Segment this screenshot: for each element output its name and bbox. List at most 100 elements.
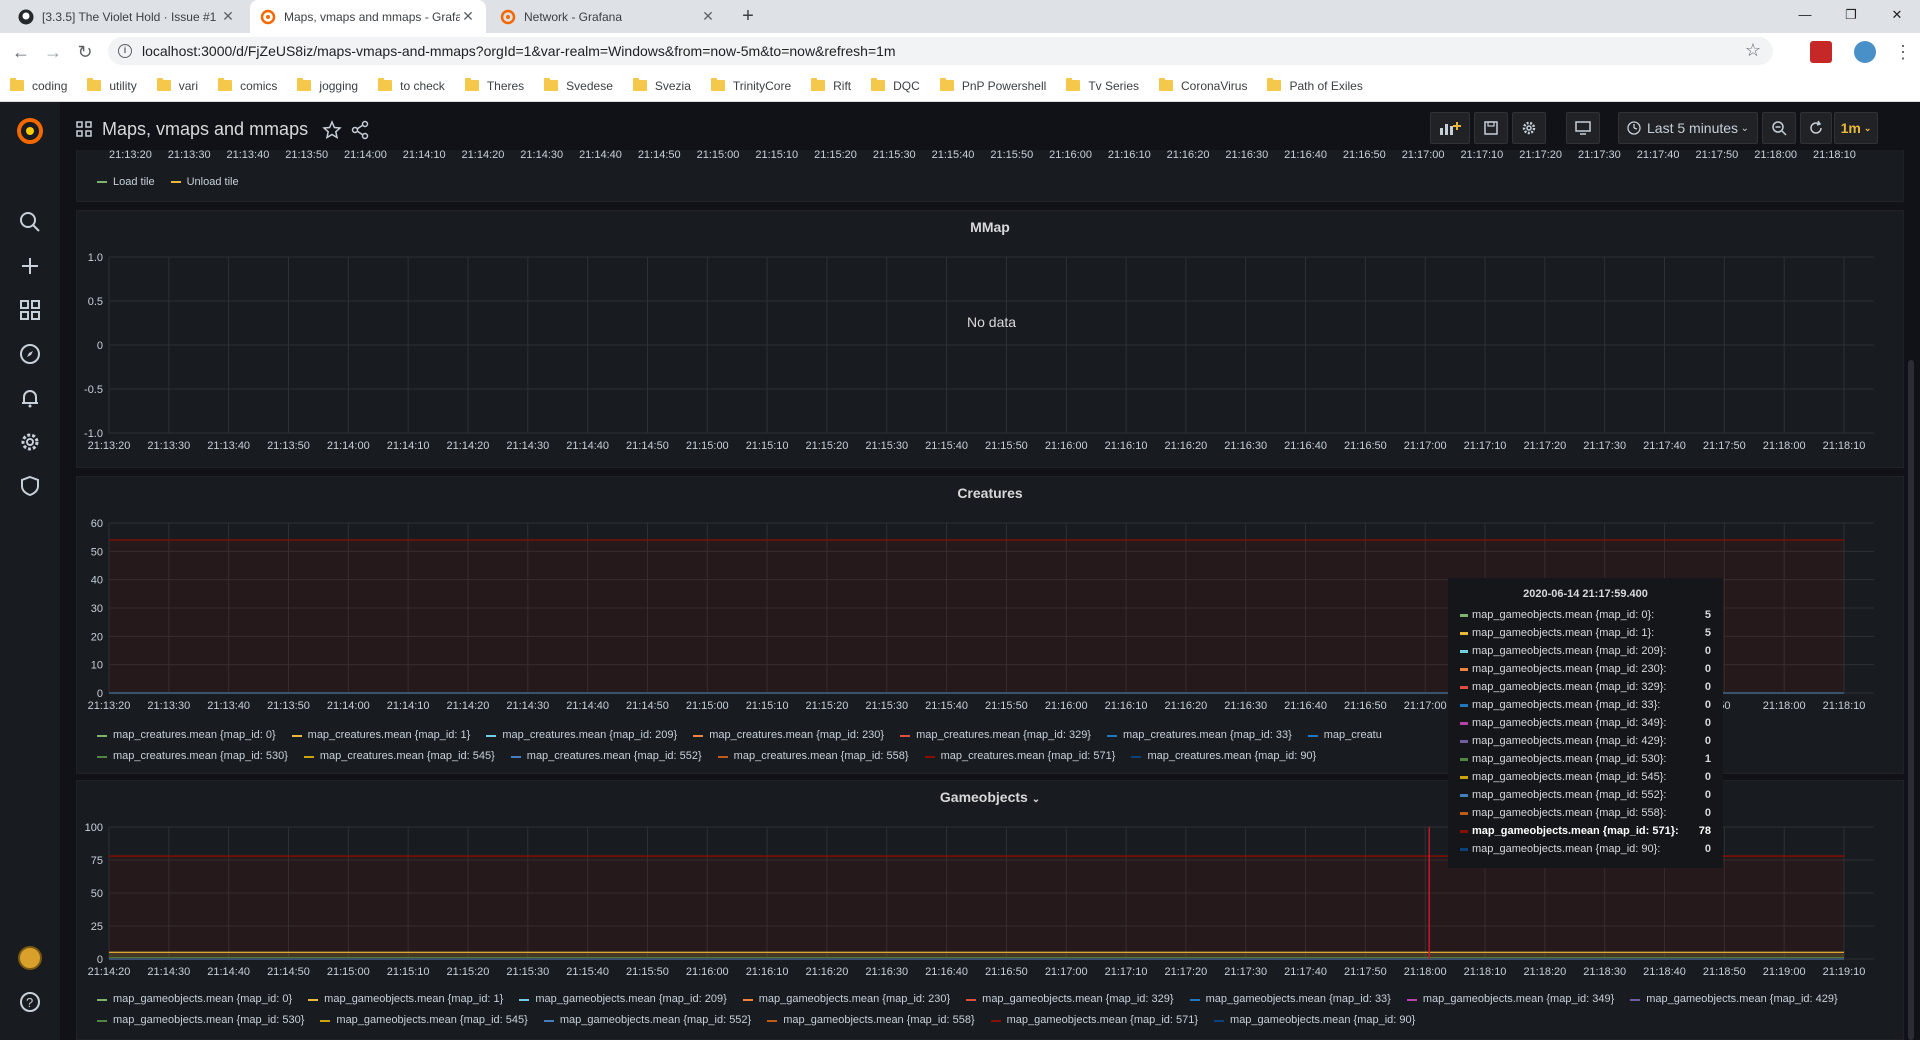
bookmark-item[interactable]: coding xyxy=(10,78,67,93)
menu-icon[interactable]: ⋮ xyxy=(1890,39,1916,65)
bookmark-item[interactable]: comics xyxy=(218,78,277,93)
legend-item[interactable]: map_creatures.mean {map_id: 209} xyxy=(486,725,677,746)
avatar[interactable] xyxy=(18,946,42,970)
bookmark-item[interactable]: CoronaVirus xyxy=(1159,78,1247,93)
bookmark-item[interactable]: PnP Powershell xyxy=(939,78,1046,93)
bookmark-item[interactable]: Rift xyxy=(811,78,851,93)
series-swatch xyxy=(1460,703,1468,707)
legend-item[interactable]: map_creatures.mean {map_id: 0} xyxy=(97,725,276,746)
legend-item[interactable]: map_gameobjects.mean {map_id: 349} xyxy=(1406,989,1614,1010)
bookmark-item[interactable]: Svedese xyxy=(544,78,613,93)
legend-item[interactable]: map_gameobjects.mean {map_id: 558} xyxy=(767,1010,975,1031)
tab-network-grafana[interactable]: Network - Grafana ✕ xyxy=(490,0,726,33)
help-icon[interactable]: ? xyxy=(18,990,42,1014)
legend-item[interactable]: map_gameobjects.mean {map_id: 209} xyxy=(519,989,727,1010)
zoom-out-icon[interactable] xyxy=(1762,112,1796,144)
address-bar[interactable]: i localhost:3000/d/FjZeUS8iz/maps-vmaps-… xyxy=(108,37,1773,65)
x-tick-label: 21:15:30 xyxy=(865,440,908,452)
legend-item[interactable]: map_gameobjects.mean {map_id: 90} xyxy=(1214,1010,1415,1031)
bookmark-item[interactable]: to check xyxy=(378,78,445,93)
search-icon[interactable] xyxy=(18,210,42,234)
x-tick-label: 21:18:20 xyxy=(1523,966,1566,978)
legend-item[interactable]: map_creatu xyxy=(1307,725,1382,746)
star-icon[interactable] xyxy=(322,120,342,140)
legend-label: map_creatures.mean {map_id: 530} xyxy=(113,750,288,762)
close-window-icon[interactable]: ✕ xyxy=(1874,0,1920,30)
bookmark-item[interactable]: jogging xyxy=(297,78,358,93)
bookmark-item[interactable]: Path of Exiles xyxy=(1267,78,1363,93)
avatar[interactable] xyxy=(1854,41,1876,63)
legend-item[interactable]: map_gameobjects.mean {map_id: 1} xyxy=(308,989,503,1010)
legend-item[interactable]: map_creatures.mean {map_id: 329} xyxy=(900,725,1091,746)
legend-item[interactable]: Unload tile xyxy=(170,176,239,188)
tab-label: [3.3.5] The Violet Hold · Issue #1 xyxy=(42,9,217,24)
legend-item[interactable]: map_gameobjects.mean {map_id: 33} xyxy=(1189,989,1391,1010)
legend-item[interactable]: map_gameobjects.mean {map_id: 0} xyxy=(97,989,292,1010)
grafana-logo-icon[interactable] xyxy=(15,116,45,146)
bookmark-item[interactable]: DQC xyxy=(871,78,920,93)
legend-item[interactable]: map_creatures.mean {map_id: 571} xyxy=(924,746,1115,767)
legend-item[interactable]: map_gameobjects.mean {map_id: 571} xyxy=(990,1010,1198,1031)
tab-maps-grafana[interactable]: Maps, vmaps and mmaps - Grafa ✕ xyxy=(250,0,486,33)
extension-icon[interactable] xyxy=(1810,41,1832,63)
legend-item[interactable]: map_gameobjects.mean {map_id: 329} xyxy=(966,989,1174,1010)
x-tick-label: 21:16:10 xyxy=(746,966,789,978)
time-range-picker[interactable]: Last 5 minutes ⌄ xyxy=(1618,112,1758,144)
page-title[interactable]: Maps, vmaps and mmaps xyxy=(102,119,308,140)
minimize-icon[interactable]: — xyxy=(1782,0,1828,30)
bookmark-item[interactable]: Theres xyxy=(464,78,524,93)
refresh-interval-picker[interactable]: 1m ⌄ xyxy=(1834,112,1878,144)
close-icon[interactable]: ✕ xyxy=(460,8,476,25)
forward-icon[interactable]: → xyxy=(40,39,66,65)
new-tab-button[interactable]: + xyxy=(736,4,760,28)
x-tick-label: 21:16:40 xyxy=(1284,149,1327,161)
legend-item[interactable]: map_gameobjects.mean {map_id: 545} xyxy=(320,1010,528,1031)
dashboards-icon[interactable] xyxy=(18,298,42,322)
legend-item[interactable]: map_creatures.mean {map_id: 33} xyxy=(1106,725,1292,746)
bookmark-item[interactable]: vari xyxy=(156,78,198,93)
x-tick-label: 21:17:40 xyxy=(1284,966,1327,978)
maximize-icon[interactable]: ❐ xyxy=(1828,0,1874,30)
legend-item[interactable]: map_creatures.mean {map_id: 230} xyxy=(693,725,884,746)
refresh-icon[interactable] xyxy=(1800,112,1832,144)
shield-icon[interactable] xyxy=(18,474,42,498)
bookmark-item[interactable]: Tv Series xyxy=(1066,78,1139,93)
gear-icon[interactable] xyxy=(18,430,42,454)
legend-item[interactable]: map_creatures.mean {map_id: 545} xyxy=(303,746,495,767)
series-name: map_gameobjects.mean {map_id: 230}: xyxy=(1472,663,1667,675)
legend-item[interactable]: map_creatures.mean {map_id: 530} xyxy=(97,746,288,767)
close-icon[interactable]: ✕ xyxy=(220,8,236,25)
tv-mode-icon[interactable] xyxy=(1566,112,1600,144)
reload-icon[interactable]: ↻ xyxy=(72,39,98,65)
legend-item[interactable]: map_creatures.mean {map_id: 90} xyxy=(1131,746,1316,767)
legend-item[interactable]: map_gameobjects.mean {map_id: 530} xyxy=(97,1010,304,1031)
bookmark-item[interactable]: Svezia xyxy=(632,78,691,93)
series-name: map_gameobjects.mean {map_id: 209}: xyxy=(1472,645,1667,657)
mmap-chart[interactable]: 1.0 0.5 0 -0.5 -1.021:13:20 21:13:30 21:13:40 2… xyxy=(77,211,1905,469)
alerting-bell-icon[interactable] xyxy=(18,386,42,410)
bookmark-item[interactable]: utility xyxy=(87,78,137,93)
gear-icon[interactable] xyxy=(1512,112,1546,144)
legend-item[interactable]: map_creatures.mean {map_id: 558} xyxy=(717,746,909,767)
scrollbar[interactable] xyxy=(1908,360,1914,1040)
x-tick-label: 21:15:50 xyxy=(990,149,1033,161)
plus-icon[interactable] xyxy=(18,254,42,278)
add-panel-icon[interactable] xyxy=(1430,112,1470,144)
explore-compass-icon[interactable] xyxy=(18,342,42,366)
close-icon[interactable]: ✕ xyxy=(700,8,716,25)
legend-item[interactable]: map_gameobjects.mean {map_id: 230} xyxy=(742,989,950,1010)
save-icon[interactable] xyxy=(1474,112,1508,144)
legend-item[interactable]: map_gameobjects.mean {map_id: 552} xyxy=(543,1010,751,1031)
info-icon[interactable]: i xyxy=(118,44,132,58)
legend-item[interactable]: Load tile xyxy=(97,176,155,188)
bookmark-item[interactable]: TrinityCore xyxy=(710,78,791,93)
tab-github-issue[interactable]: [3.3.5] The Violet Hold · Issue #1 ✕ xyxy=(8,0,246,33)
back-icon[interactable]: ← xyxy=(8,39,34,65)
bookmark-star-icon[interactable]: ☆ xyxy=(1745,40,1761,61)
dashboards-icon[interactable] xyxy=(76,121,92,137)
legend-item[interactable]: map_creatures.mean {map_id: 1} xyxy=(291,725,470,746)
x-tick-label: 21:17:10 xyxy=(1464,440,1507,452)
share-icon[interactable] xyxy=(350,120,370,140)
legend-item[interactable]: map_gameobjects.mean {map_id: 429} xyxy=(1630,989,1838,1010)
legend-item[interactable]: map_creatures.mean {map_id: 552} xyxy=(510,746,702,767)
